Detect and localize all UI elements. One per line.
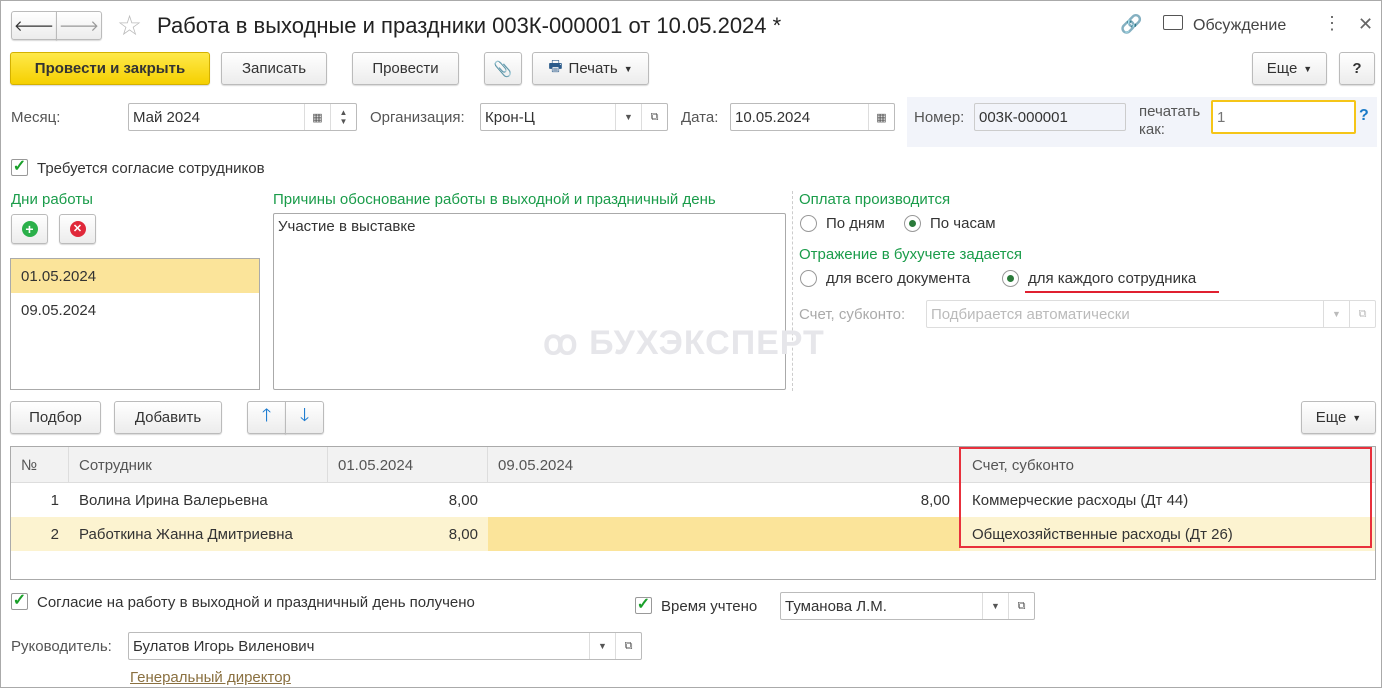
date-label: Дата: <box>681 109 719 126</box>
watermark-logo: ꝏ БУХЭКСПЕРТ <box>543 324 825 362</box>
add-day-button[interactable]: + <box>11 214 48 244</box>
chevron-down-icon: ▼ <box>1352 412 1362 423</box>
number-field[interactable]: 003К-000001 <box>974 103 1126 131</box>
account-label: Счет, субконто: <box>799 306 906 323</box>
print-as-input[interactable] <box>1211 100 1356 134</box>
consent-received-checkbox[interactable]: ✓ <box>11 593 28 610</box>
chevron-down-icon: ▼ <box>623 63 633 74</box>
print-as-label: печатать как: <box>1139 103 1201 138</box>
help-button[interactable]: ? <box>1339 52 1375 85</box>
month-label: Месяц: <box>11 109 61 126</box>
dropdown-icon[interactable]: ▼ <box>982 593 1008 619</box>
highlight-box <box>959 447 1372 548</box>
chevron-down-icon: ▼ <box>1303 63 1313 74</box>
arrow-up-icon: 🡑 <box>261 404 272 425</box>
consent-required-checkbox[interactable]: ✓ <box>11 159 28 176</box>
consent-required-label: Требуется согласие сотрудников <box>37 160 265 177</box>
select-button[interactable]: Подбор <box>10 401 101 434</box>
dropdown-icon[interactable]: ▼ <box>589 633 615 659</box>
forward-button[interactable]: 🡒 <box>56 11 102 40</box>
open-icon: ⧉ <box>1349 301 1375 327</box>
time-person-field[interactable]: Туманова Л.М. ▼ ⧉ <box>780 592 1035 620</box>
month-field[interactable]: Май 2024 ▦ ▲ ▼ <box>128 103 357 131</box>
calendar-icon[interactable]: ▦ <box>868 104 894 130</box>
employees-table[interactable]: № Сотрудник 01.05.2024 09.05.2024 Счет, … <box>10 446 1376 580</box>
list-item[interactable]: 09.05.2024 <box>11 293 259 327</box>
days-list[interactable]: 01.05.2024 09.05.2024 <box>10 258 260 390</box>
consent-received-label: Согласие на работу в выходной и празднич… <box>37 594 475 611</box>
highlight-underline <box>1025 291 1219 293</box>
payment-by-hours-label: По часам <box>930 215 996 232</box>
header-employee[interactable]: Сотрудник <box>69 447 328 483</box>
reason-title: Причины обоснование работы в выходной и … <box>273 191 716 208</box>
number-label: Номер: <box>914 109 965 126</box>
delete-circle-icon: ✕ <box>69 221 86 237</box>
calendar-icon[interactable]: ▦ <box>304 104 330 130</box>
list-item[interactable]: 01.05.2024 <box>11 259 259 293</box>
month-stepper[interactable]: ▲ ▼ <box>330 104 356 130</box>
organization-field[interactable]: Крон-Ц ▼ ⧉ <box>480 103 668 131</box>
arrow-down-icon: 🡓 <box>299 404 310 425</box>
payment-by-days-label: По дням <box>826 215 885 232</box>
header-date-2[interactable]: 09.05.2024 <box>488 447 960 483</box>
open-icon[interactable]: ⧉ <box>1008 593 1034 619</box>
save-button[interactable]: Записать <box>221 52 327 85</box>
open-icon[interactable]: ⧉ <box>615 633 641 659</box>
printer-icon: 🖶 <box>548 58 563 75</box>
payment-by-hours-radio[interactable] <box>904 215 921 232</box>
accounting-title: Отражение в бухучете задается <box>799 246 1023 263</box>
organization-label: Организация: <box>370 109 465 126</box>
favorite-star-icon[interactable]: ☆ <box>117 9 142 42</box>
link-icon[interactable]: 🔗 <box>1120 14 1142 35</box>
add-button[interactable]: Добавить <box>114 401 222 434</box>
page-title: Работа в выходные и праздники 003К-00000… <box>157 13 782 38</box>
discussion-icon[interactable] <box>1163 15 1183 30</box>
time-counted-checkbox[interactable]: ✓ <box>635 597 652 614</box>
header-number[interactable]: № <box>11 447 69 483</box>
paperclip-icon: 📎 <box>493 60 513 78</box>
plus-circle-icon: + <box>21 221 38 237</box>
post-and-close-button[interactable]: Провести и закрыть <box>10 52 210 85</box>
table-more-button[interactable]: Еще ▼ <box>1301 401 1376 434</box>
reason-textarea[interactable]: Участие в выставке <box>273 213 786 390</box>
date-field[interactable]: 10.05.2024 ▦ <box>730 103 895 131</box>
delete-day-button[interactable]: ✕ <box>59 214 96 244</box>
manager-field[interactable]: Булатов Игорь Виленович ▼ ⧉ <box>128 632 642 660</box>
each-employee-label: для каждого сотрудника <box>1028 270 1197 287</box>
whole-document-label: для всего документа <box>826 270 971 287</box>
print-as-help-link[interactable]: ? <box>1359 107 1369 125</box>
print-button[interactable]: 🖶 Печать ▼ <box>532 52 649 85</box>
post-button[interactable]: Провести <box>352 52 459 85</box>
discussion-link[interactable]: Обсуждение <box>1193 17 1286 35</box>
open-icon[interactable]: ⧉ <box>641 104 667 130</box>
whole-document-radio[interactable] <box>800 270 817 287</box>
back-button[interactable]: 🡐 <box>11 11 57 40</box>
account-field: Подбирается автоматически ▼ ⧉ <box>926 300 1376 328</box>
time-counted-label: Время учтено <box>661 598 758 615</box>
days-title: Дни работы <box>11 191 93 208</box>
payment-title: Оплата производится <box>799 191 951 208</box>
manager-label: Руководитель: <box>11 638 112 655</box>
each-employee-radio[interactable] <box>1002 270 1019 287</box>
attachment-button[interactable]: 📎 <box>484 52 522 85</box>
header-date-1[interactable]: 01.05.2024 <box>328 447 488 483</box>
more-menu-icon[interactable]: ⋮ <box>1323 13 1341 34</box>
close-icon[interactable]: ✕ <box>1358 14 1373 35</box>
dropdown-icon: ▼ <box>1323 301 1349 327</box>
more-button[interactable]: Еще ▼ <box>1252 52 1327 85</box>
manager-position-link[interactable]: Генеральный директор <box>130 669 291 686</box>
dropdown-icon[interactable]: ▼ <box>615 104 641 130</box>
move-down-button[interactable]: 🡓 <box>285 401 324 434</box>
payment-by-days-radio[interactable] <box>800 215 817 232</box>
move-up-button[interactable]: 🡑 <box>247 401 286 434</box>
